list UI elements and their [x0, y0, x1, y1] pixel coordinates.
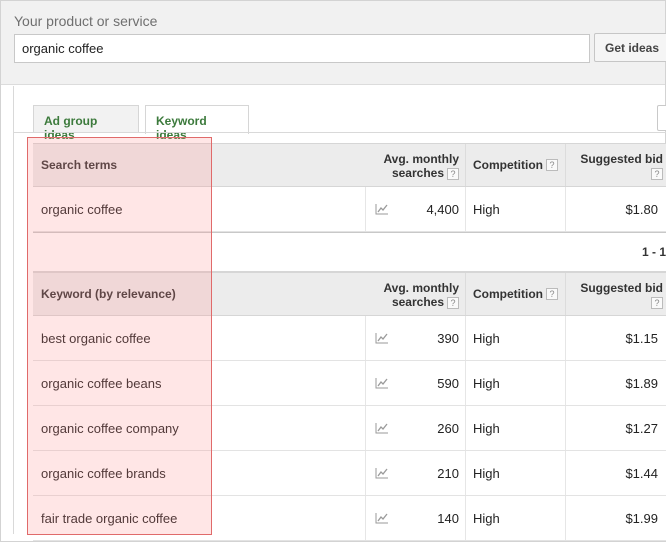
avg-monthly-searches-column-header[interactable]: Avg. monthly searches? [365, 273, 465, 315]
keyword-text: organic coffee brands [41, 465, 166, 481]
toolbar-button-partial[interactable] [657, 105, 666, 131]
search-bar-panel: Your product or service Get ideas [1, 1, 666, 85]
avg-monthly-label-line2: searches [391, 295, 444, 309]
suggested-bid-column-header[interactable]: Suggested bid ? [565, 144, 665, 186]
table-row: organic coffee company 260 High $1.27 [33, 406, 666, 451]
avg-monthly-searches-value: 140 [437, 510, 459, 526]
trend-chart-icon[interactable] [365, 496, 397, 540]
avg-monthly-label-line1: Avg. monthly [383, 152, 459, 166]
suggested-bid-value: $1.99 [565, 496, 665, 540]
avg-monthly-searches-value: 210 [437, 465, 459, 481]
avg-monthly-label-line1: Avg. monthly [383, 281, 459, 295]
help-question-icon[interactable]: ? [651, 296, 663, 309]
suggested-bid-label: Suggested bid [580, 152, 663, 166]
competition-column-header[interactable]: Competition? [465, 273, 565, 315]
keyword-ideas-header-row: Keyword (by relevance) Avg. monthly sear… [33, 272, 666, 316]
keyword-relevance-column-header[interactable]: Keyword (by relevance) [41, 273, 361, 315]
avg-monthly-searches-value: 390 [437, 330, 459, 346]
help-question-icon[interactable]: ? [447, 167, 459, 180]
tab-ad-group-ideas[interactable]: Ad group ideas [33, 105, 139, 142]
table-row: organic coffee brands 210 High $1.44 [33, 451, 666, 496]
avg-monthly-searches-value: 4,400 [426, 201, 459, 217]
trend-chart-icon[interactable] [365, 316, 397, 360]
product-search-input[interactable] [14, 34, 590, 63]
table-row: fair trade organic coffee 140 High $1.99 [33, 496, 666, 541]
help-question-icon[interactable]: ? [546, 159, 558, 171]
competition-value: High [465, 187, 565, 231]
keyword-table: Search terms Avg. monthly searches? Comp… [33, 143, 666, 541]
suggested-bid-value: $1.80 [565, 187, 665, 231]
table-row: organic coffee beans 590 High $1.89 [33, 361, 666, 406]
competition-value: High [465, 406, 565, 450]
trend-chart-icon[interactable] [365, 406, 397, 450]
table-row: organic coffee 4,400 High $1.80 [33, 187, 666, 232]
search-terms-header-row: Search terms Avg. monthly searches? Comp… [33, 143, 666, 187]
competition-value: High [465, 496, 565, 540]
help-question-icon[interactable]: ? [546, 288, 558, 300]
get-ideas-button[interactable]: Get ideas [594, 33, 666, 62]
suggested-bid-label: Suggested bid [580, 281, 663, 295]
suggested-bid-value: $1.44 [565, 451, 665, 495]
trend-chart-icon[interactable] [365, 451, 397, 495]
avg-monthly-searches-value: 590 [437, 375, 459, 391]
pagination-row: 1 - 1 [33, 232, 666, 272]
competition-value: High [465, 451, 565, 495]
trend-chart-icon[interactable] [365, 187, 397, 231]
competition-label: Competition [473, 287, 543, 301]
tabs-divider [13, 132, 666, 133]
competition-column-header[interactable]: Competition? [465, 144, 565, 186]
keyword-text: best organic coffee [41, 330, 151, 346]
competition-value: High [465, 361, 565, 405]
suggested-bid-value: $1.27 [565, 406, 665, 450]
search-terms-column-header[interactable]: Search terms [41, 144, 361, 186]
avg-monthly-searches-value: 260 [437, 420, 459, 436]
help-question-icon[interactable]: ? [447, 296, 459, 309]
tab-keyword-ideas[interactable]: Keyword ideas [145, 105, 249, 142]
keyword-text: organic coffee [41, 201, 123, 217]
help-question-icon[interactable]: ? [651, 167, 663, 180]
suggested-bid-value: $1.15 [565, 316, 665, 360]
content-left-border [13, 86, 14, 534]
keyword-text: organic coffee company [41, 420, 179, 436]
suggested-bid-value: $1.89 [565, 361, 665, 405]
competition-value: High [465, 316, 565, 360]
table-row: best organic coffee 390 High $1.15 [33, 316, 666, 361]
keyword-text: organic coffee beans [41, 375, 162, 391]
keyword-text: fair trade organic coffee [41, 510, 178, 526]
pagination-range: 1 - 1 [641, 245, 666, 259]
suggested-bid-column-header[interactable]: Suggested bid ? [565, 273, 665, 315]
avg-monthly-searches-column-header[interactable]: Avg. monthly searches? [365, 144, 465, 186]
competition-label: Competition [473, 158, 543, 172]
trend-chart-icon[interactable] [365, 361, 397, 405]
avg-monthly-label-line2: searches [391, 166, 444, 180]
product-label: Your product or service [14, 13, 158, 29]
